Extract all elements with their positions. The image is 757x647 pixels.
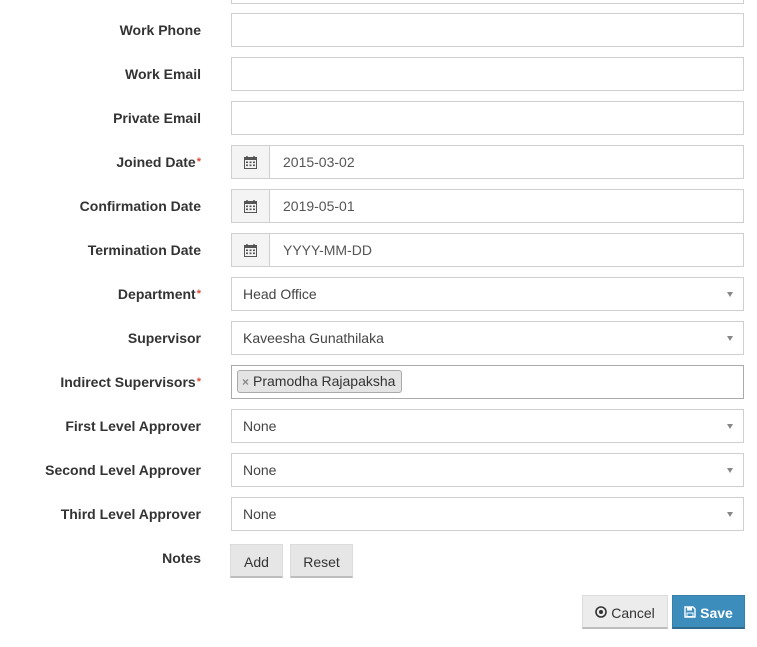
termination-date-field[interactable]: YYYY-MM-DD <box>231 233 744 267</box>
private-email-row: Private Email <box>0 101 757 135</box>
third-level-approver-row: Third Level Approver None <box>0 497 757 531</box>
required-marker: * <box>196 376 201 388</box>
chevron-down-icon <box>727 512 733 517</box>
confirmation-date-label: Confirmation Date <box>79 198 201 214</box>
required-marker: * <box>196 156 201 168</box>
third-level-approver-select[interactable]: None <box>231 497 744 531</box>
second-level-approver-value: None <box>243 462 277 478</box>
calendar-icon[interactable] <box>232 146 270 178</box>
private-email-input[interactable] <box>231 101 744 135</box>
first-level-approver-value: None <box>243 418 277 434</box>
previous-field-input[interactable] <box>231 0 744 4</box>
first-level-approver-row: First Level Approver None <box>0 409 757 443</box>
work-phone-input[interactable] <box>231 13 744 47</box>
calendar-icon[interactable] <box>232 190 270 222</box>
termination-date-placeholder: YYYY-MM-DD <box>283 242 372 258</box>
supervisor-row: Supervisor Kaveesha Gunathilaka <box>0 321 757 355</box>
required-marker: * <box>196 288 201 300</box>
termination-date-row: Termination Date YYYY-MM-DD <box>0 233 757 267</box>
cancel-label: Cancel <box>611 605 655 621</box>
work-email-input[interactable] <box>231 57 744 91</box>
termination-date-label: Termination Date <box>87 242 201 258</box>
work-email-row: Work Email <box>0 57 757 91</box>
save-button[interactable]: Save <box>672 595 745 629</box>
department-select[interactable]: Head Office <box>231 277 744 311</box>
selected-tag: × Pramodha Rajapaksha <box>237 370 403 393</box>
third-level-approver-value: None <box>243 506 277 522</box>
third-level-approver-label: Third Level Approver <box>60 506 201 522</box>
confirmation-date-field[interactable]: 2019-05-01 <box>231 189 744 223</box>
save-label: Save <box>700 605 733 621</box>
cancel-button[interactable]: Cancel <box>582 595 668 629</box>
supervisor-select[interactable]: Kaveesha Gunathilaka <box>231 321 744 355</box>
chevron-down-icon <box>727 468 733 473</box>
department-label: Department* <box>117 286 201 302</box>
first-level-approver-select[interactable]: None <box>231 409 744 443</box>
first-level-approver-label: First Level Approver <box>65 418 201 434</box>
notes-add-button[interactable]: Add <box>230 544 283 578</box>
joined-date-value: 2015-03-02 <box>283 154 355 170</box>
confirmation-date-row: Confirmation Date 2019-05-01 <box>0 189 757 223</box>
supervisor-label: Supervisor <box>127 330 201 346</box>
notes-label: Notes <box>162 550 201 566</box>
circle-x-icon <box>595 597 608 629</box>
work-phone-row: Work Phone <box>0 13 757 47</box>
calendar-icon[interactable] <box>232 234 270 266</box>
indirect-supervisors-label: Indirect Supervisors* <box>60 374 201 390</box>
chevron-down-icon <box>727 336 733 341</box>
department-row: Department* Head Office <box>0 277 757 311</box>
supervisor-value: Kaveesha Gunathilaka <box>243 330 384 346</box>
floppy-disk-icon <box>684 597 696 629</box>
chevron-down-icon <box>727 292 733 297</box>
notes-row: Notes Add Reset <box>0 541 757 578</box>
indirect-supervisors-row: Indirect Supervisors* × Pramodha Rajapaks… <box>0 365 757 399</box>
work-phone-label: Work Phone <box>119 22 201 38</box>
joined-date-label: Joined Date* <box>116 154 201 170</box>
work-email-label: Work Email <box>125 66 201 82</box>
private-email-label: Private Email <box>113 110 201 126</box>
second-level-approver-label: Second Level Approver <box>45 462 201 478</box>
joined-date-field[interactable]: 2015-03-02 <box>231 145 744 179</box>
department-value: Head Office <box>243 286 317 302</box>
confirmation-date-value: 2019-05-01 <box>283 198 355 214</box>
joined-date-row: Joined Date* 2015-03-02 <box>0 145 757 179</box>
second-level-approver-row: Second Level Approver None <box>0 453 757 487</box>
chevron-down-icon <box>727 424 733 429</box>
second-level-approver-select[interactable]: None <box>231 453 744 487</box>
remove-tag-icon[interactable]: × <box>242 375 249 389</box>
notes-reset-button[interactable]: Reset <box>290 544 353 578</box>
tag-label: Pramodha Rajapaksha <box>253 373 396 389</box>
indirect-supervisors-multiselect[interactable]: × Pramodha Rajapaksha <box>231 365 744 399</box>
